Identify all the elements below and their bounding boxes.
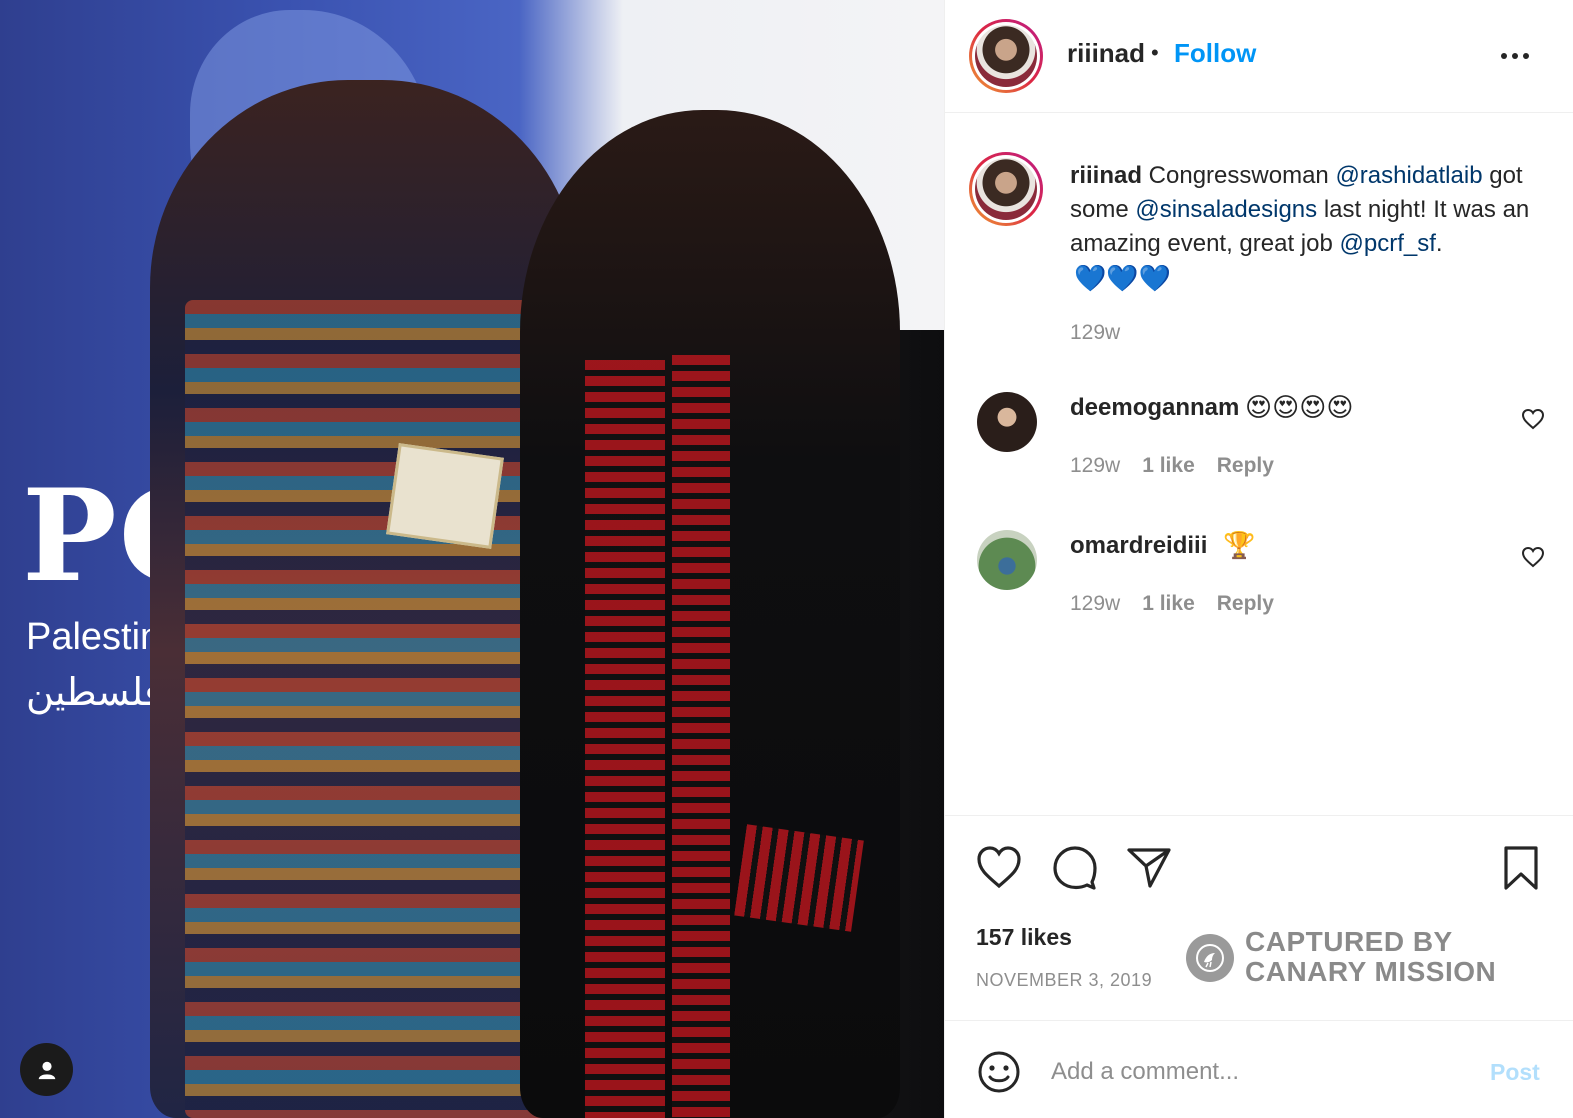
comment-likes-count[interactable]: 1 like — [1142, 592, 1195, 616]
more-dot — [1512, 53, 1518, 59]
caption-avatar[interactable] — [969, 152, 1043, 226]
likes-count[interactable]: 157 likes — [976, 924, 1072, 951]
embroidered-vest — [185, 300, 575, 1118]
commenter-avatar[interactable] — [977, 392, 1037, 452]
pin-gift-box — [386, 443, 504, 549]
mention-link[interactable]: @sinsaladesigns — [1135, 196, 1317, 223]
comment-meta: 129w 1 like Reply — [1070, 592, 1274, 616]
follow-button[interactable]: Follow — [1174, 38, 1256, 69]
backdrop-banner-arabic: فلسطين — [26, 672, 163, 714]
embroidered-trim-left — [585, 360, 665, 1118]
commenter-username[interactable]: omardreidiii — [1070, 532, 1207, 560]
user-icon — [38, 1061, 55, 1079]
commenter-username[interactable]: deemogannam — [1070, 394, 1239, 422]
more-dot — [1523, 53, 1529, 59]
comment-like-icon[interactable] — [1521, 546, 1545, 568]
comment-icon[interactable] — [1050, 844, 1098, 890]
canary-mission-watermark: CAPTURED BY CANARY MISSION — [1186, 926, 1516, 990]
tagged-users-button[interactable] — [20, 1043, 73, 1096]
post-date: NOVEMBER 3, 2019 — [976, 970, 1153, 990]
comment-reply-button[interactable]: Reply — [1217, 592, 1274, 616]
header-separator: • — [1151, 40, 1159, 65]
like-icon[interactable] — [975, 844, 1023, 890]
embroidered-trim-right — [672, 355, 730, 1118]
comment-text: 🏆 — [1223, 530, 1256, 560]
caption-username[interactable]: riiinad — [1070, 162, 1142, 189]
author-username[interactable]: riiinad — [1067, 38, 1145, 69]
comment-item: deemogannam 😍😍😍😍 129w 1 like Reply — [945, 392, 1573, 502]
more-options-button[interactable] — [1501, 44, 1537, 68]
post-details-panel: riiinad • Follow riiinad Congresswoman @… — [944, 0, 1573, 1118]
caption-text: riiinad Congresswoman @rashidatlaib got … — [1070, 159, 1540, 297]
post-header: riiinad • Follow — [945, 0, 1573, 113]
post-comment-button[interactable]: Post — [1490, 1059, 1540, 1086]
watermark-line-1: CAPTURED BY — [1245, 926, 1453, 957]
comment-timestamp[interactable]: 129w — [1070, 454, 1120, 478]
post-photo[interactable]: PC Palestine C فلسطين — [0, 0, 944, 1118]
caption-part: . — [1435, 230, 1443, 257]
add-comment-input[interactable] — [1051, 1050, 1471, 1094]
caption-part: Congresswoman — [1142, 162, 1336, 189]
blue-hearts-emoji: 💙💙💙 — [1074, 263, 1172, 293]
emoji-picker-icon[interactable] — [977, 1050, 1021, 1094]
commenter-avatar[interactable] — [977, 530, 1037, 590]
more-dots-icon — [1501, 53, 1507, 59]
comment-likes-count[interactable]: 1 like — [1142, 454, 1195, 478]
comment-timestamp[interactable]: 129w — [1070, 592, 1120, 616]
author-avatar[interactable] — [969, 19, 1043, 93]
comment-item: omardreidiii 🏆 129w 1 like Reply — [945, 530, 1573, 640]
caption-timestamp[interactable]: 129w — [1070, 321, 1120, 345]
comment-meta: 129w 1 like Reply — [1070, 454, 1274, 478]
bookmark-icon[interactable] — [1497, 844, 1545, 890]
embroidered-cuff — [734, 824, 864, 932]
comment-reply-button[interactable]: Reply — [1217, 454, 1274, 478]
bird-logo-icon — [1186, 934, 1234, 982]
comment-text: 😍😍😍😍 — [1245, 392, 1354, 422]
watermark-line-2: CANARY MISSION — [1245, 956, 1497, 987]
share-icon[interactable] — [1125, 844, 1173, 890]
mention-link[interactable]: @pcrf_sf — [1340, 230, 1436, 257]
post-actions: 157 likes NOVEMBER 3, 2019 CAPTURED BY C… — [945, 815, 1573, 1020]
mention-link[interactable]: @rashidatlaib — [1335, 162, 1482, 189]
comment-like-icon[interactable] — [1521, 408, 1545, 430]
add-comment-bar: Post — [945, 1020, 1573, 1118]
